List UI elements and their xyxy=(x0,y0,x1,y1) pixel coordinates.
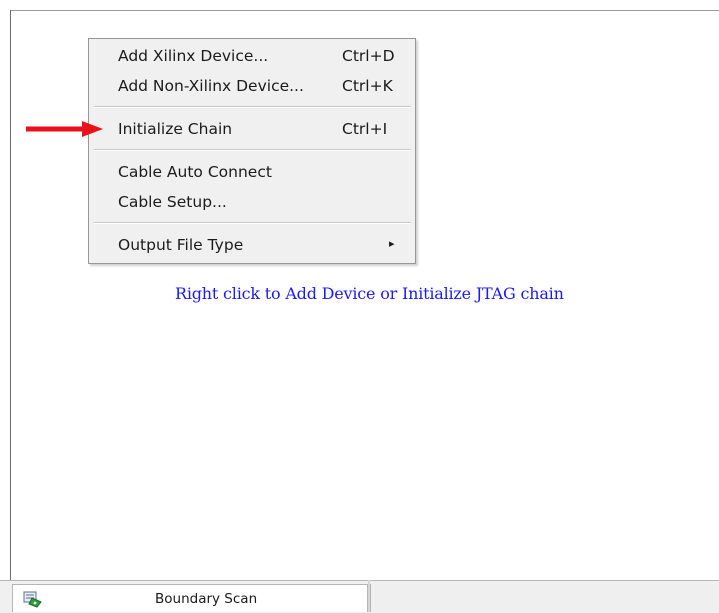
menu-item-label: Output File Type xyxy=(118,236,244,254)
menu-item-label: Cable Auto Connect xyxy=(118,163,272,181)
menu-separator xyxy=(94,222,411,224)
menu-item-add-non-xilinx-device[interactable]: Add Non-Xilinx Device... Ctrl+K xyxy=(89,72,415,100)
menu-item-label: Initialize Chain xyxy=(118,120,233,138)
menu-item-cable-setup[interactable]: Cable Setup... xyxy=(89,188,415,216)
context-menu: Add Xilinx Device... Ctrl+D Add Non-Xili… xyxy=(88,38,416,264)
red-arrow-icon xyxy=(26,121,103,137)
menu-item-shortcut: Ctrl+D xyxy=(342,47,395,65)
menu-separator xyxy=(94,106,411,108)
menu-item-label: Add Non-Xilinx Device... xyxy=(118,77,304,95)
menu-item-shortcut: Ctrl+I xyxy=(342,120,388,138)
tab-boundary-scan[interactable]: Boundary Scan xyxy=(12,584,368,612)
menu-item-shortcut: Ctrl+K xyxy=(342,77,393,95)
canvas-hint-text: Right click to Add Device or Initialize … xyxy=(175,284,564,303)
menu-item-label: Add Xilinx Device... xyxy=(118,47,269,65)
menu-item-add-xilinx-device[interactable]: Add Xilinx Device... Ctrl+D xyxy=(89,42,415,70)
menu-item-label: Cable Setup... xyxy=(118,193,227,211)
submenu-arrow-icon: ▸ xyxy=(389,237,395,250)
menu-separator xyxy=(94,149,411,151)
boundary-scan-icon xyxy=(23,591,42,608)
menu-item-output-file-type[interactable]: Output File Type ▸ xyxy=(89,231,415,259)
canvas-border-top xyxy=(10,10,719,11)
boundary-scan-canvas[interactable]: Right click to Add Device or Initialize … xyxy=(0,0,719,612)
status-area xyxy=(370,584,719,612)
canvas-border-left xyxy=(10,10,11,580)
tab-label: Boundary Scan xyxy=(155,591,258,607)
menu-item-initialize-chain[interactable]: Initialize Chain Ctrl+I xyxy=(89,115,415,143)
menu-item-cable-auto-connect[interactable]: Cable Auto Connect xyxy=(89,158,415,186)
